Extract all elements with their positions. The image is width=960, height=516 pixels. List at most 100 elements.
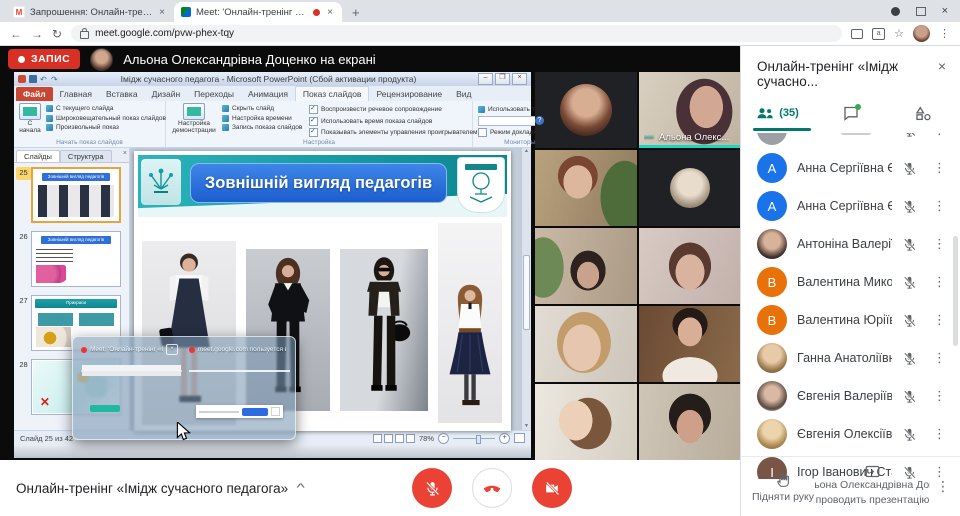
ppt-restore-icon[interactable]: ❐ [495, 73, 510, 85]
participant-row[interactable]: А Анна Сергіївна Єліна ⋮ [741, 149, 960, 187]
presenting-menu-icon[interactable]: ⋮ [930, 478, 956, 495]
url-bar[interactable]: meet.google.com/pvw-phex-tqy [71, 25, 842, 42]
zoom-slider-thumb[interactable] [476, 435, 481, 444]
help-icon[interactable]: ? [535, 116, 544, 125]
ribbon-tab[interactable]: Переходы [187, 87, 241, 101]
checkbox-icon[interactable] [309, 117, 318, 126]
mic-muted-button[interactable] [412, 468, 452, 508]
close-window-icon[interactable]: × [942, 5, 948, 17]
redo-icon[interactable]: ↷ [51, 75, 59, 83]
scrollbar-thumb[interactable] [523, 255, 530, 330]
reload-icon[interactable]: ↻ [52, 27, 62, 41]
chevron-up-icon[interactable]: ^ [297, 482, 305, 494]
ribbon-tab[interactable]: Вставка [99, 87, 145, 101]
slide-thumbnail[interactable]: 25 Зовнішній вигляд педагогів [16, 167, 127, 225]
collapse-panel-icon[interactable]: × [123, 150, 127, 162]
windows-taskbar[interactable] [14, 445, 531, 458]
scroll-up-icon[interactable]: ▲ [524, 148, 529, 154]
ppt-title-bar[interactable]: ↶↷ Імідж сучасного педагога - Microsoft … [14, 72, 531, 86]
fit-to-window-icon[interactable] [514, 433, 525, 443]
mic-muted-icon[interactable] [902, 351, 917, 366]
participant-video-tile[interactable] [639, 306, 741, 382]
slide-thumbnail[interactable]: 26 Зовнішній вигляд педагогів [16, 231, 127, 289]
mic-muted-icon[interactable] [902, 313, 917, 328]
ppt-close-icon[interactable]: × [512, 73, 527, 85]
translate-icon[interactable]: a [872, 28, 885, 40]
participant-video-tile[interactable] [639, 228, 741, 304]
ribbon-tab[interactable]: Анимация [241, 87, 295, 101]
raise-hand-button[interactable]: Підняти руку [751, 471, 815, 503]
participant-menu-icon[interactable]: ⋮ [927, 312, 952, 328]
mic-muted-icon[interactable] [902, 161, 917, 176]
mic-muted-icon[interactable] [902, 237, 917, 252]
ribbon-tab[interactable]: Дизайн [145, 87, 188, 101]
ribbon-button[interactable]: Настройка времени [222, 115, 304, 122]
from-beginning-button[interactable]: С начала [19, 103, 41, 137]
tab-close-icon[interactable]: × [325, 7, 335, 18]
mic-muted-icon[interactable] [902, 275, 917, 290]
participant-row[interactable]: Євгенія Олексіївна Не... ⋮ [741, 415, 960, 453]
restore-window-icon[interactable] [916, 7, 926, 16]
window-preview-dialog[interactable]: meet.google.com пользуется в... [187, 343, 288, 433]
preview-close-icon[interactable]: × [166, 344, 178, 355]
participant-row[interactable]: Ганна Анатоліївна Мир... ⋮ [741, 339, 960, 377]
participant-menu-icon[interactable]: ⋮ [927, 350, 952, 366]
participant-video-tile[interactable] [639, 150, 741, 226]
participant-menu-icon[interactable]: ⋮ [927, 236, 952, 252]
mic-muted-icon[interactable] [902, 199, 917, 214]
tab-people[interactable]: (35) [741, 106, 814, 120]
dialog-window-thumbnail[interactable] [189, 370, 290, 372]
save-icon[interactable] [29, 75, 37, 83]
zoom-slider[interactable] [453, 438, 495, 439]
ribbon-checkbox[interactable]: Показывать элементы управления проигрыва… [309, 128, 467, 137]
tab-slides[interactable]: Слайды [16, 150, 60, 162]
participant-menu-icon[interactable]: ⋮ [927, 426, 952, 442]
undo-icon[interactable]: ↶ [40, 75, 48, 83]
participant-row[interactable]: А Анна Сергіївна Єліна ⋮ [741, 187, 960, 225]
tab-chat[interactable] [814, 106, 887, 121]
participant-video-tile[interactable] [535, 150, 637, 226]
participant-video-tile[interactable] [535, 384, 637, 460]
checkbox-icon[interactable] [309, 128, 318, 137]
participant-row[interactable]: ⋮ [741, 133, 960, 149]
ribbon-tab[interactable]: Показ слайдов [295, 86, 370, 101]
mic-muted-icon[interactable] [902, 133, 917, 138]
ribbon-button[interactable]: С текущего слайда [46, 105, 166, 112]
tab-outline[interactable]: Структура [60, 150, 112, 162]
participant-video-tile[interactable] [535, 72, 637, 148]
quick-access-toolbar[interactable]: ↶↷ [18, 75, 59, 83]
tab-activities[interactable] [887, 106, 960, 121]
mic-muted-icon[interactable] [902, 427, 917, 442]
profile-avatar[interactable] [913, 25, 930, 42]
participant-video-tile[interactable] [535, 306, 637, 382]
forward-icon[interactable]: → [31, 27, 43, 41]
browser-tab-gmail[interactable]: M Запрошення: Онлайн-трені... × [6, 2, 174, 22]
participant-row[interactable]: Антоніна Валеріївна К... ⋮ [741, 225, 960, 263]
ribbon-checkbox[interactable]: Использовать время показа слайдов [309, 117, 467, 126]
back-icon[interactable]: ← [10, 27, 22, 41]
checkbox-icon[interactable] [309, 105, 318, 114]
extension-icon[interactable] [851, 29, 863, 39]
ribbon-checkbox[interactable]: Воспроизвести речевое сопровождение [309, 105, 467, 114]
view-mode-icons[interactable] [373, 434, 415, 443]
zoom-out-button[interactable]: − [438, 433, 449, 444]
participant-video-tile[interactable]: ⋯Альона Олекс... [639, 72, 741, 148]
participant-row[interactable]: Євгенія Валеріївна Цик... ⋮ [741, 377, 960, 415]
browser-tab-meet[interactable]: Meet: 'Онлайн-тренінг «Іми × [174, 2, 342, 22]
window-preview-meet[interactable]: Meet: 'Онлайн-тренінг «Іми...× [79, 343, 180, 433]
tab-close-icon[interactable]: × [157, 7, 167, 18]
ribbon-button[interactable]: Широковещательный показ слайдов [46, 115, 166, 122]
ribbon-button[interactable]: Скрыть слайд [222, 105, 304, 112]
browser-menu-icon[interactable]: ⋮ [939, 27, 950, 40]
checkbox-icon[interactable] [478, 128, 487, 137]
participant-menu-icon[interactable]: ⋮ [927, 133, 952, 138]
new-tab-button[interactable]: + [352, 5, 360, 22]
ribbon-tab[interactable]: Файл [16, 87, 53, 101]
participant-menu-icon[interactable]: ⋮ [927, 388, 952, 404]
participant-menu-icon[interactable]: ⋮ [927, 274, 952, 290]
panel-close-icon[interactable]: × [938, 58, 946, 74]
setup-slideshow-button[interactable]: Настройка демонстрации [171, 103, 217, 137]
participant-menu-icon[interactable]: ⋮ [927, 160, 952, 176]
mic-muted-icon[interactable] [902, 389, 917, 404]
end-call-button[interactable] [472, 468, 512, 508]
